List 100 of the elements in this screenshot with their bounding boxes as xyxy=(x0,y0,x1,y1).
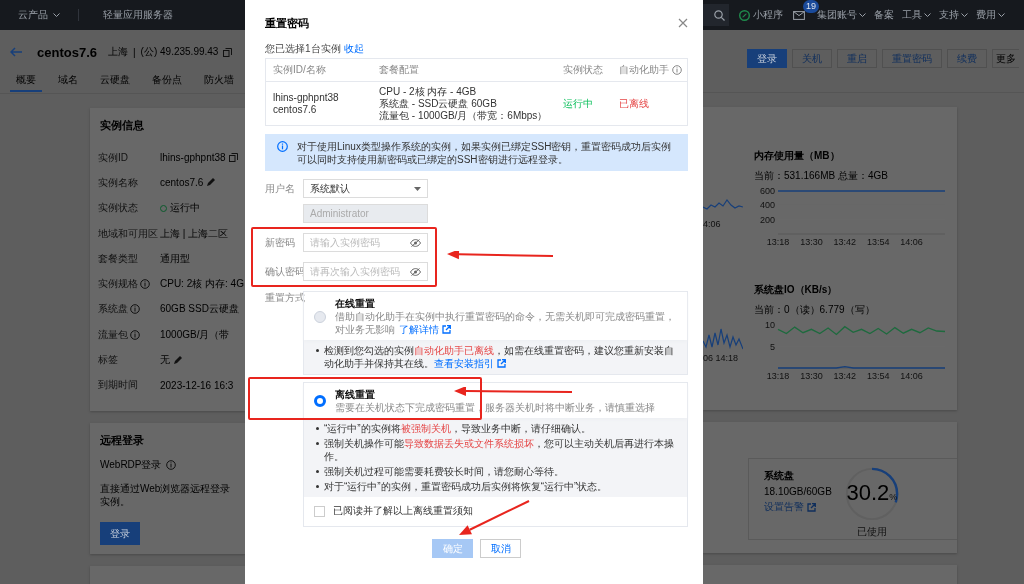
disk-title: 系统盘 xyxy=(764,469,795,483)
bullet-icon xyxy=(316,442,319,445)
notice-text: 检测到您勾选的实例自动化助手已离线，如需在线重置密码，建议您重新安装自动化助手并保持其在线。查看安装指引 xyxy=(324,344,675,370)
bullet-icon xyxy=(316,485,319,488)
tab[interactable]: 概要 xyxy=(10,73,42,92)
caret-icon xyxy=(414,186,421,191)
axis-label: 200 xyxy=(759,214,775,225)
alert-text: 对于使用Linux类型操作系统的实例，如果实例已绑定SSH密钥，重置密码成功后实例可以同时支持使用新密码或已绑定的SSH密钥进行远程登录。 xyxy=(297,140,673,166)
field-label: 系统盘 xyxy=(98,302,128,317)
eye-off-icon[interactable] xyxy=(410,238,421,247)
disk-usage: 18.10GB/60GB xyxy=(764,486,832,497)
tab[interactable]: 备份点 xyxy=(146,73,188,92)
external-link-icon xyxy=(807,502,816,512)
info-icon xyxy=(165,460,176,470)
username-select[interactable]: 系统默认 xyxy=(303,179,428,198)
notice-text: 对于“运行中”的实例，重置密码成功后实例将恢复“运行中”状态。 xyxy=(324,480,608,493)
action-button[interactable]: 更多 xyxy=(992,49,1019,68)
field-value: centos7.6 xyxy=(160,177,204,189)
bullet-icon xyxy=(316,349,319,352)
status-text: 已离线 xyxy=(619,98,649,109)
axis-label: 13:54 xyxy=(866,371,890,381)
selection-text: 您已选择1台实例 xyxy=(265,42,341,55)
field-label: 实例名称 xyxy=(98,175,138,190)
search-icon[interactable] xyxy=(714,9,725,21)
checkbox[interactable] xyxy=(314,505,325,517)
card-title: 远程登录 xyxy=(100,433,144,448)
table-cell-text: 系统盘 - SSD云硬盘 60GB xyxy=(379,98,498,110)
notice-text: 强制关机过程可能需要耗费较长时间，请您耐心等待。 xyxy=(324,465,564,478)
option-title: 离线重置 xyxy=(335,388,375,401)
notice-text: 强制关机操作可能导致数据丢失或文件系统损坏，您可以主动关机后再进行本操作。 xyxy=(324,437,675,463)
nav-menu[interactable]: 集团账号 xyxy=(817,8,866,22)
column-header: 套餐配置 xyxy=(379,63,419,77)
external-link-icon xyxy=(497,359,506,368)
column-header: 实例状态 xyxy=(563,63,603,77)
copy-icon xyxy=(223,47,233,57)
login-button[interactable]: 登录 xyxy=(100,522,140,545)
axis-label: 4:06 xyxy=(703,219,721,229)
chart-title: 系统盘IO（KB/s） xyxy=(754,283,839,297)
copy-icon xyxy=(228,153,238,163)
cancel-button[interactable]: 取消 xyxy=(480,539,521,558)
nav-menu[interactable]: 备案 xyxy=(874,8,894,22)
notice-text: “运行中”的实例将被强制关机，导致业务中断，请仔细确认。 xyxy=(324,422,591,435)
caret-icon xyxy=(924,12,931,18)
field-value: 1000GB/月（带 xyxy=(160,327,230,342)
bullet-icon xyxy=(316,470,319,473)
password-field[interactable]: 请再次输入实例密码 xyxy=(303,262,428,281)
option-description: 借助自动化助手在实例中执行重置密码的命令，无需关机即可完成密码重置，对业务无影响 了解详情 xyxy=(335,310,676,336)
close-icon[interactable] xyxy=(678,18,688,28)
info-icon xyxy=(140,279,150,290)
install-guide-link[interactable]: 查看安装指引 xyxy=(434,357,506,370)
radio-button[interactable] xyxy=(314,395,326,407)
nav-link[interactable]: 小程序 xyxy=(753,8,783,22)
chart-fragment-drawing xyxy=(703,327,743,351)
axis-label: 13:30 xyxy=(800,371,823,381)
instance-name: centos7.6 xyxy=(37,44,97,60)
field-label: 实例状态 xyxy=(98,201,138,216)
axis-label: 13:18 xyxy=(766,237,790,247)
tab[interactable]: 域名 xyxy=(52,73,84,92)
field-label: 套餐类型 xyxy=(98,251,138,266)
column-header: 实例ID/名称 xyxy=(273,63,326,77)
description-text: 直接通过Web浏览器远程登录实例。 xyxy=(100,482,232,508)
axis-label: 06 14:18 xyxy=(703,353,739,363)
checkbox-label: 已阅读并了解以上离线重置须知 xyxy=(333,504,473,518)
password-field[interactable]: 请输入实例密码 xyxy=(303,233,428,252)
nav-menu[interactable]: 支持 xyxy=(939,8,968,22)
mini-program-icon xyxy=(739,9,750,21)
tab[interactable]: 防火墙 xyxy=(198,73,240,92)
axis-label: 5 xyxy=(770,341,775,352)
chart-title: 内存使用量（MB） xyxy=(754,149,841,163)
alert-link[interactable]: 设置告警 xyxy=(764,500,832,514)
field-value: CPU: 2核 内存: 4G xyxy=(160,277,244,292)
tab[interactable]: 云硬盘 xyxy=(94,73,136,92)
nav-menu[interactable]: 工具 xyxy=(902,8,931,22)
nav-menu[interactable]: 云产品 xyxy=(18,8,60,22)
region-text: 上海 xyxy=(108,45,128,59)
caret-icon xyxy=(53,12,60,18)
eye-off-icon[interactable] xyxy=(410,267,421,276)
field-label: 到期时间 xyxy=(98,378,138,393)
collapse-link[interactable]: 收起 xyxy=(343,42,364,55)
field-label: 实例ID xyxy=(98,150,128,165)
nav-title: 轻量应用服务器 xyxy=(103,8,173,22)
axis-label: 13:42 xyxy=(833,237,857,247)
caret-icon xyxy=(859,12,866,18)
field-label: 用户名 xyxy=(265,181,296,196)
field-value: 无 xyxy=(160,353,170,367)
table-cell-text: CPU - 2核 内存 - 4GB xyxy=(379,86,478,98)
info-icon xyxy=(130,304,140,315)
status-text: 运行中 xyxy=(563,98,593,109)
action-button[interactable]: 登录 xyxy=(747,49,787,68)
axis-label: 13:42 xyxy=(833,371,857,381)
pencil-icon xyxy=(206,178,216,188)
login-method: WebRDP登录 xyxy=(100,458,162,472)
axis-label: 13:54 xyxy=(866,237,890,247)
mail-icon[interactable] xyxy=(793,10,805,20)
details-link[interactable]: 了解详情 xyxy=(399,323,451,336)
table-cell-text: 流量包 - 1000GB/月（带宽：6Mbps） xyxy=(379,110,549,122)
nav-menu[interactable]: 费用 xyxy=(976,8,1005,22)
axis-label: 600 xyxy=(759,186,775,196)
field-label: 实例规格 xyxy=(98,277,138,292)
bullet-icon xyxy=(316,427,319,430)
